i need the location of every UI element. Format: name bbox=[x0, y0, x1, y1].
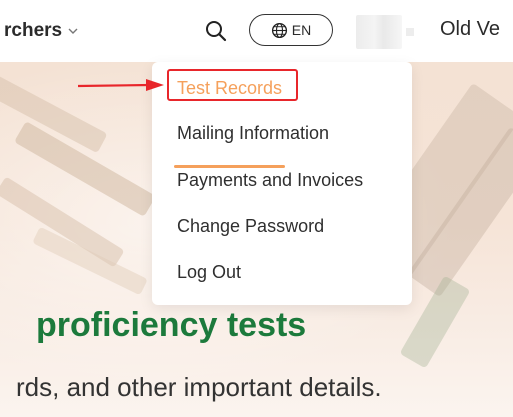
menu-item-change-password[interactable]: Change Password bbox=[177, 215, 324, 237]
active-item-underline bbox=[174, 165, 285, 168]
language-label: EN bbox=[291, 22, 312, 38]
nav-researchers-menu[interactable]: rchers bbox=[4, 17, 78, 45]
language-switcher[interactable]: EN bbox=[249, 14, 333, 46]
top-header: rchers EN Old Ve bbox=[0, 0, 513, 62]
menu-item-payments-and-invoices[interactable]: Payments and Invoices bbox=[177, 169, 363, 191]
chevron-down-icon bbox=[68, 28, 78, 34]
menu-item-log-out[interactable]: Log Out bbox=[177, 261, 241, 283]
globe-icon bbox=[271, 22, 287, 38]
hero-subtitle: rds, and other important details. bbox=[16, 372, 382, 402]
nav-researchers-label: rchers bbox=[4, 20, 63, 41]
user-name[interactable]: Old Ve bbox=[440, 18, 500, 41]
annotation-highlight-box bbox=[167, 69, 298, 101]
hero-title: proficiency tests bbox=[36, 306, 307, 344]
search-icon[interactable] bbox=[204, 19, 228, 43]
menu-item-mailing-information[interactable]: Mailing Information bbox=[177, 122, 329, 144]
avatar[interactable] bbox=[356, 15, 414, 49]
arrow-right-icon bbox=[77, 79, 164, 91]
page: proficiency tests rds, and other importa… bbox=[0, 0, 513, 417]
